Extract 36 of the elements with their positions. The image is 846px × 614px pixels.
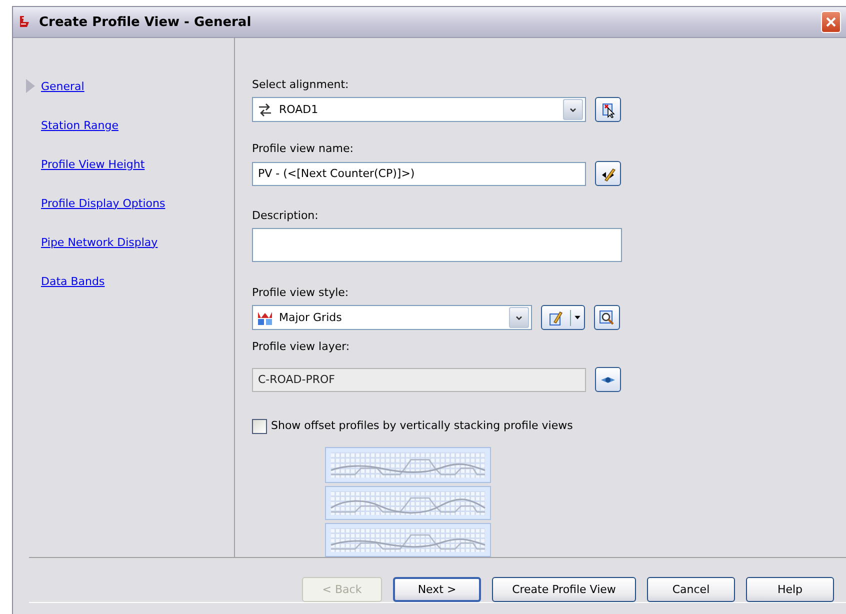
description-field[interactable] (252, 228, 622, 262)
pencil-icon (600, 166, 616, 182)
cursor-icon (600, 102, 616, 118)
pick-from-drawing-button[interactable] (595, 97, 621, 122)
name-field[interactable]: PV - (<[Next Counter(CP)]>) (252, 162, 586, 186)
dialog-button[interactable]: Cancel (647, 577, 735, 602)
edit-style-button[interactable] (541, 305, 585, 330)
nav-link[interactable]: General (41, 80, 84, 92)
nav-link[interactable]: Profile Display Options (41, 196, 166, 210)
checkbox-label: Show offset profiles by vertically stacking profile views (271, 418, 573, 434)
edit-name-button[interactable] (595, 161, 621, 186)
window-title: Create Profile View - General (39, 14, 252, 30)
layer-button[interactable] (595, 367, 621, 392)
nav-link[interactable]: Pipe Network Display (41, 236, 158, 248)
field-label: Select alignment: (252, 77, 350, 93)
nav-link[interactable]: Station Range (41, 118, 118, 132)
dialog-button[interactable]: Help (746, 577, 834, 602)
magnifier-icon (599, 310, 615, 326)
style-dropdown[interactable]: Major Grids (252, 305, 532, 330)
caret-icon (573, 313, 582, 322)
dialog-button[interactable]: Create Profile View (492, 577, 636, 602)
close-button[interactable] (821, 11, 841, 33)
checkbox[interactable] (252, 418, 267, 434)
nav-link[interactable]: Data Bands (41, 274, 105, 288)
dialog-button[interactable]: Next > (393, 577, 481, 602)
alignment-dropdown[interactable]: ROAD1 (252, 97, 586, 122)
close-icon (826, 17, 836, 27)
alignment-icon (257, 102, 273, 118)
field-label: Profile view style: (252, 285, 350, 301)
grid-style-icon (257, 310, 273, 326)
field-label: Profile view name: (252, 141, 354, 157)
nav-link[interactable]: Profile View Height (41, 158, 145, 170)
preview-style-button[interactable] (594, 305, 620, 330)
field-label: Profile view layer: (252, 339, 351, 355)
edit-style-icon (548, 310, 564, 326)
field-label: Description: (252, 208, 320, 224)
